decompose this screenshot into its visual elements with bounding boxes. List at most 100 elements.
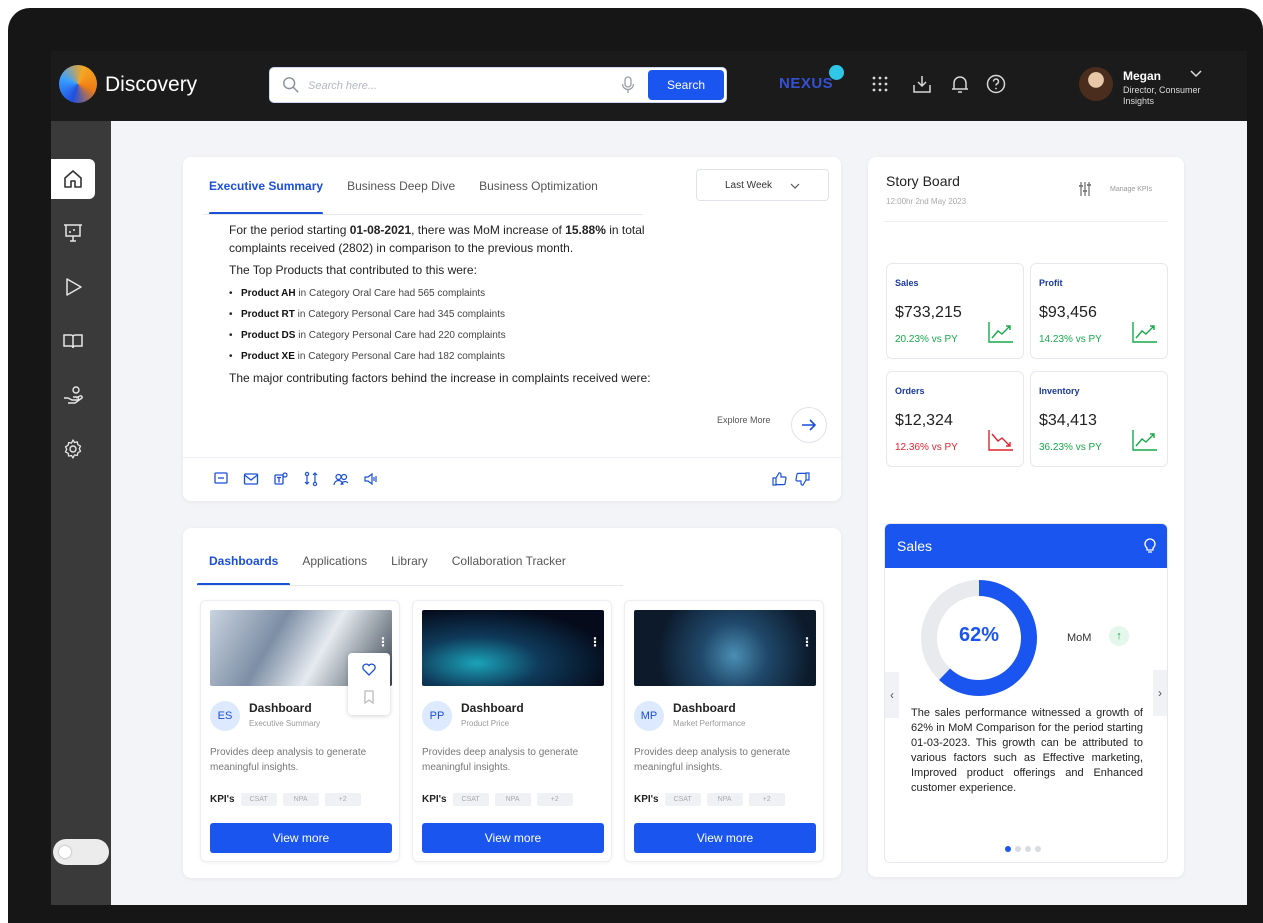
- kpi-chip: CSAT: [452, 793, 489, 806]
- list-item: Product DS in Category Personal Care had…: [229, 325, 699, 346]
- more-options-icon[interactable]: ⋮: [801, 635, 813, 649]
- kpi-card-sales[interactable]: Sales $733,215 20.23% vs PY: [886, 263, 1024, 359]
- tab-applications[interactable]: Applications: [290, 528, 379, 586]
- product-name: Product AH: [241, 288, 296, 299]
- more-options-icon[interactable]: ⋮: [377, 635, 389, 649]
- kpi-value: $34,413: [1039, 412, 1097, 429]
- kpi-card-orders[interactable]: Orders $12,324 12.36% vs PY: [886, 371, 1024, 467]
- kpi-card-profit[interactable]: Profit $93,456 14.23% vs PY: [1030, 263, 1168, 359]
- kpi-chip-more[interactable]: +2: [324, 793, 361, 806]
- sidebar-item-finance[interactable]: [51, 375, 95, 415]
- mail-icon[interactable]: [243, 471, 259, 487]
- view-more-button[interactable]: View more: [634, 823, 816, 853]
- card-kpis: KPI's CSAT NPA +2: [422, 793, 573, 806]
- dashboard-card[interactable]: ⋮ ES Dashboard Executive Summary Provide…: [200, 600, 400, 862]
- share-flow-icon[interactable]: [303, 471, 319, 487]
- kpi-chip-more[interactable]: +2: [748, 793, 785, 806]
- sidebar-item-settings[interactable]: [51, 429, 95, 469]
- apps-grid-icon[interactable]: [869, 73, 891, 95]
- trend-up-icon: [988, 322, 1013, 343]
- help-icon[interactable]: [985, 73, 1007, 95]
- view-more-button[interactable]: View more: [422, 823, 604, 853]
- chevron-down-icon[interactable]: [1189, 69, 1203, 79]
- kpi-delta: 20.23% vs PY: [895, 334, 958, 345]
- search-input[interactable]: [308, 76, 608, 96]
- kpi-chip: NPA: [706, 793, 743, 806]
- factors-line: The major contributing factors behind th…: [229, 371, 651, 385]
- sidebar-item-home[interactable]: [51, 159, 95, 199]
- kpi-name: Sales: [895, 278, 919, 288]
- dashboard-card[interactable]: ⋮ MP Dashboard Market Performance Provid…: [624, 600, 824, 862]
- notification-bell-icon[interactable]: [949, 73, 971, 95]
- kpi-chip-more[interactable]: +2: [536, 793, 573, 806]
- bookmark-icon[interactable]: [361, 689, 377, 705]
- explore-more-button[interactable]: [791, 407, 827, 443]
- list-item: Product AH in Category Oral Care had 565…: [229, 283, 699, 304]
- dashboard-tabs: Dashboards Applications Library Collabor…: [197, 528, 578, 586]
- thumbs-down-icon[interactable]: [795, 471, 811, 487]
- teams-icon[interactable]: [273, 471, 289, 487]
- speaker-icon[interactable]: [363, 471, 379, 487]
- product-detail: in Category Personal Care had 345 compla…: [294, 309, 506, 320]
- kpi-card-inventory[interactable]: Inventory $34,413 36.23% vs PY: [1030, 371, 1168, 467]
- dashboard-card[interactable]: ⋮ PP Dashboard Product Price Provides de…: [412, 600, 612, 862]
- carousel-prev-button[interactable]: ‹: [885, 672, 899, 718]
- para-text: , there was MoM increase of: [411, 223, 566, 237]
- carousel-next-button[interactable]: ›: [1153, 670, 1167, 716]
- search-button[interactable]: Search: [648, 70, 724, 100]
- arrow-right-icon: [802, 419, 817, 431]
- nexus-logo[interactable]: NEXUS: [779, 75, 833, 92]
- sidebar-item-presentation[interactable]: [51, 213, 95, 253]
- story-board-timestamp: 12:00hr 2nd May 2023: [886, 197, 967, 206]
- story-board-title: Story Board: [886, 173, 960, 189]
- tab-collaboration-tracker[interactable]: Collaboration Tracker: [440, 528, 578, 586]
- comment-icon[interactable]: [213, 471, 229, 487]
- manage-kpis-link[interactable]: Manage KPIs: [1110, 186, 1152, 193]
- carousel-dot[interactable]: [1035, 846, 1041, 852]
- para-text: For the period starting: [229, 223, 350, 237]
- book-icon: [63, 334, 83, 349]
- sidebar-item-library[interactable]: [51, 321, 95, 361]
- carousel-dot[interactable]: [1025, 846, 1031, 852]
- trend-up-icon: [1132, 430, 1157, 451]
- carousel-dot[interactable]: [1005, 846, 1011, 852]
- kpi-value: $733,215: [895, 304, 962, 321]
- theme-toggle[interactable]: [53, 839, 109, 865]
- users-icon[interactable]: [333, 471, 349, 487]
- heart-icon[interactable]: [361, 661, 377, 677]
- summary-text: For the period starting 01-08-2021, ther…: [229, 221, 699, 387]
- thumbs-up-icon[interactable]: [771, 471, 787, 487]
- kpi-label: KPI's: [634, 794, 659, 805]
- sidebar: [51, 121, 111, 905]
- tab-dashboards[interactable]: Dashboards: [197, 528, 291, 586]
- lightbulb-icon[interactable]: [1141, 536, 1159, 554]
- sliders-icon[interactable]: [1078, 181, 1092, 197]
- tab-business-optimization[interactable]: Business Optimization: [467, 157, 610, 215]
- microphone-icon[interactable]: [620, 76, 636, 94]
- kpi-delta: 14.23% vs PY: [1039, 334, 1102, 345]
- tab-executive-summary[interactable]: Executive Summary: [197, 157, 335, 215]
- kpi-delta: 36.23% vs PY: [1039, 442, 1102, 453]
- user-avatar[interactable]: [1079, 67, 1113, 101]
- carousel-dot[interactable]: [1015, 846, 1021, 852]
- product-name: Product XE: [241, 351, 295, 362]
- product-detail: in Category Personal Care had 220 compla…: [295, 330, 506, 341]
- tab-library[interactable]: Library: [379, 528, 440, 586]
- kpi-name: Orders: [895, 386, 925, 396]
- arrow-up-icon: ↑: [1109, 626, 1129, 646]
- period-dropdown[interactable]: Last Week: [696, 169, 829, 201]
- app-screen: Discovery Search NEXUS Megan Director, C…: [51, 51, 1247, 905]
- view-more-button[interactable]: View more: [210, 823, 392, 853]
- mom-label: MoM: [1067, 632, 1092, 644]
- card-description: Provides deep analysis to generate meani…: [210, 747, 367, 773]
- para-date: 01-08-2021: [349, 223, 412, 237]
- more-options-icon[interactable]: ⋮: [589, 635, 601, 649]
- sidebar-item-play[interactable]: [51, 267, 95, 307]
- search-bar: Search: [269, 67, 727, 103]
- kpi-chip: NPA: [494, 793, 531, 806]
- explore-more-label[interactable]: Explore More: [717, 415, 771, 425]
- tab-business-deep-dive[interactable]: Business Deep Dive: [335, 157, 467, 215]
- card-description: Provides deep analysis to generate meani…: [634, 747, 791, 773]
- download-tray-icon[interactable]: [911, 73, 933, 95]
- user-role: Director, Consumer Insights: [1123, 85, 1201, 106]
